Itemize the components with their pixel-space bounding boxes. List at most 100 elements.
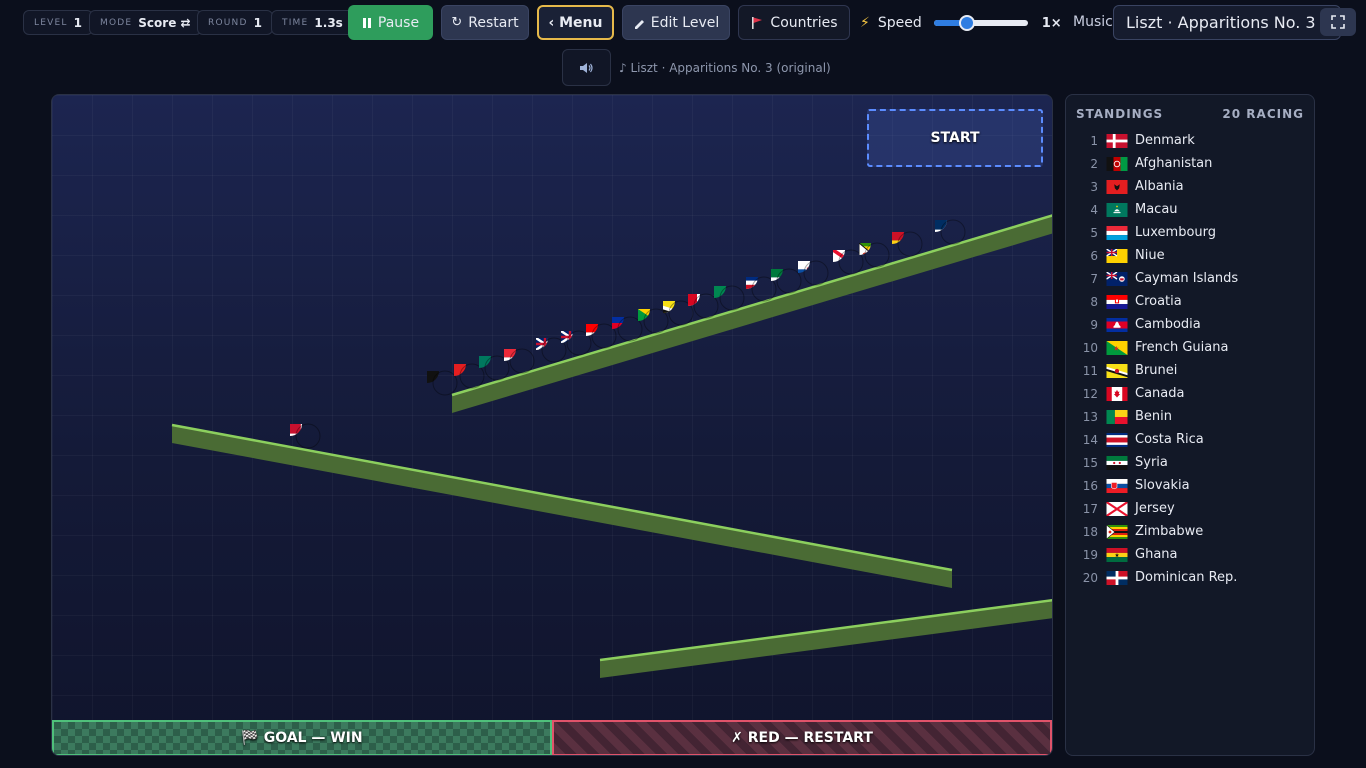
standings-row: 1 Denmark: [1076, 129, 1304, 152]
arena-canvas: [171, 214, 1052, 678]
zw-flag-icon: [1106, 524, 1128, 539]
lu-flag-icon: [1106, 225, 1128, 240]
mode-value[interactable]: Score ⇄: [138, 16, 190, 30]
ramp-lower: [599, 599, 1052, 678]
menu-button-label: ‹ Menu: [548, 14, 603, 31]
standings-rank: 2: [1090, 156, 1098, 171]
level-label: LEVEL: [34, 17, 68, 28]
music-select[interactable]: Liszt · Apparitions No. 3 (original): [1113, 5, 1341, 40]
standings-row: 11 Brunei: [1076, 359, 1304, 382]
flag-icon: [752, 16, 763, 29]
fullscreen-icon: [1331, 15, 1345, 29]
standings-row: 9 Cambodia: [1076, 313, 1304, 336]
al-flag-icon: [1106, 179, 1128, 194]
standings-rank: 18: [1082, 524, 1098, 539]
sy-flag-icon: [1106, 455, 1128, 470]
standings-rank: 20: [1082, 570, 1098, 585]
top-toolbar: LEVEL 1 MODE Score ⇄ ROUND 1 TIME 1.3s P…: [0, 0, 1366, 46]
round-value: 1: [253, 15, 262, 30]
standings-country-name: Syria: [1135, 455, 1168, 470]
speed-slider[interactable]: [933, 15, 1028, 31]
standings-country-name: Niue: [1135, 248, 1165, 263]
standings-rank: 19: [1082, 547, 1098, 562]
standings-row: 12 Canada: [1076, 382, 1304, 405]
nu-flag-icon: [1106, 248, 1128, 263]
standings-row: 3 Albania: [1076, 175, 1304, 198]
standings-country-name: Albania: [1135, 179, 1184, 194]
standings-country-name: Denmark: [1135, 133, 1195, 148]
standings-country-name: Brunei: [1135, 363, 1178, 378]
standings-rank: 1: [1090, 133, 1098, 148]
gf-flag-icon: [1106, 340, 1128, 355]
standings-country-name: French Guiana: [1135, 340, 1229, 355]
start-zone-label: START: [930, 130, 980, 146]
bj-flag-icon: [1106, 409, 1128, 424]
level-value: 1: [73, 15, 82, 30]
race-balls: [295, 219, 966, 449]
standings-row: 14 Costa Rica: [1076, 428, 1304, 451]
lightning-icon: ⚡: [860, 15, 870, 31]
standings-list: 1 Denmark 2 Afghanistan 3 Albania 4 Macau 5 Luxem…: [1076, 129, 1304, 589]
gh-ball: [897, 231, 923, 257]
standings-country-name: Dominican Rep.: [1135, 570, 1238, 585]
restart-button[interactable]: ↻ Restart: [441, 5, 529, 40]
edit-level-button[interactable]: Edit Level: [622, 5, 730, 40]
time-chip: TIME 1.3s: [271, 10, 354, 35]
sk-flag-icon: [1106, 478, 1128, 493]
mode-label: MODE: [100, 17, 133, 28]
standings-row: 5 Luxembourg: [1076, 221, 1304, 244]
standings-country-name: Ghana: [1135, 547, 1178, 562]
menu-button[interactable]: ‹ Menu: [537, 5, 614, 40]
standings-count: 20 RACING: [1222, 107, 1304, 121]
restart-button-label: Restart: [468, 14, 519, 31]
standings-row: 17 Jersey: [1076, 497, 1304, 520]
speed-slider-thumb[interactable]: [958, 15, 975, 31]
standings-rank: 9: [1090, 317, 1098, 332]
start-zone: START: [867, 109, 1043, 167]
standings-country-name: Benin: [1135, 409, 1173, 424]
standings-rank: 4: [1090, 202, 1098, 217]
goal-zone-label: 🏁 GOAL — WIN: [241, 730, 363, 746]
standings-country-name: Croatia: [1135, 294, 1182, 309]
standings-rank: 13: [1082, 409, 1098, 424]
standings-country-name: Macau: [1135, 202, 1178, 217]
standings-rank: 3: [1090, 179, 1098, 194]
cr-flag-icon: [1106, 432, 1128, 447]
standings-row: 18 Zimbabwe: [1076, 520, 1304, 543]
standings-row: 7 Cayman Islands: [1076, 267, 1304, 290]
countries-button[interactable]: Countries: [738, 5, 850, 40]
kh-flag-icon: [1106, 317, 1128, 332]
pause-button[interactable]: Pause: [348, 5, 433, 40]
hr-flag-icon: [1106, 294, 1128, 309]
standings-country-name: Jersey: [1135, 501, 1175, 516]
standings-rank: 11: [1082, 363, 1098, 378]
standings-row: 6 Niue: [1076, 244, 1304, 267]
red-zone-label: ✗ RED — RESTART: [731, 730, 873, 746]
pause-button-label: Pause: [377, 14, 420, 31]
speed-control: ⚡ Speed 1×: [860, 12, 1062, 34]
standings-rank: 17: [1082, 501, 1098, 516]
ramp-upper: [451, 214, 1052, 413]
goal-zone: 🏁 GOAL — WIN: [52, 720, 552, 755]
ky-flag-icon: [1106, 271, 1128, 286]
speed-label: Speed: [877, 15, 922, 31]
red-zone: ✗ RED — RESTART: [552, 720, 1052, 755]
standings-country-name: Costa Rica: [1135, 432, 1204, 447]
standings-header: STANDINGS 20 RACING: [1076, 107, 1304, 121]
speaker-icon: [579, 62, 593, 73]
standings-rank: 6: [1090, 248, 1098, 263]
countries-button-label: Countries: [770, 14, 838, 31]
fullscreen-button[interactable]: [1320, 8, 1356, 36]
standings-panel: STANDINGS 20 RACING 1 Denmark 2 Afghanistan…: [1065, 94, 1315, 756]
standings-row: 13 Benin: [1076, 405, 1304, 428]
standings-rank: 15: [1082, 455, 1098, 470]
af-flag-icon: [1106, 156, 1128, 171]
standings-row: 10 French Guiana: [1076, 336, 1304, 359]
race-arena: START 🏁 GOAL — WIN ✗ RED — RESTART: [51, 94, 1053, 756]
standings-row: 4 Macau: [1076, 198, 1304, 221]
sound-toggle-button[interactable]: [562, 49, 611, 86]
standings-row: 2 Afghanistan: [1076, 152, 1304, 175]
mode-chip[interactable]: MODE Score ⇄: [89, 10, 202, 35]
standings-country-name: Luxembourg: [1135, 225, 1217, 240]
standings-rank: 8: [1090, 294, 1098, 309]
